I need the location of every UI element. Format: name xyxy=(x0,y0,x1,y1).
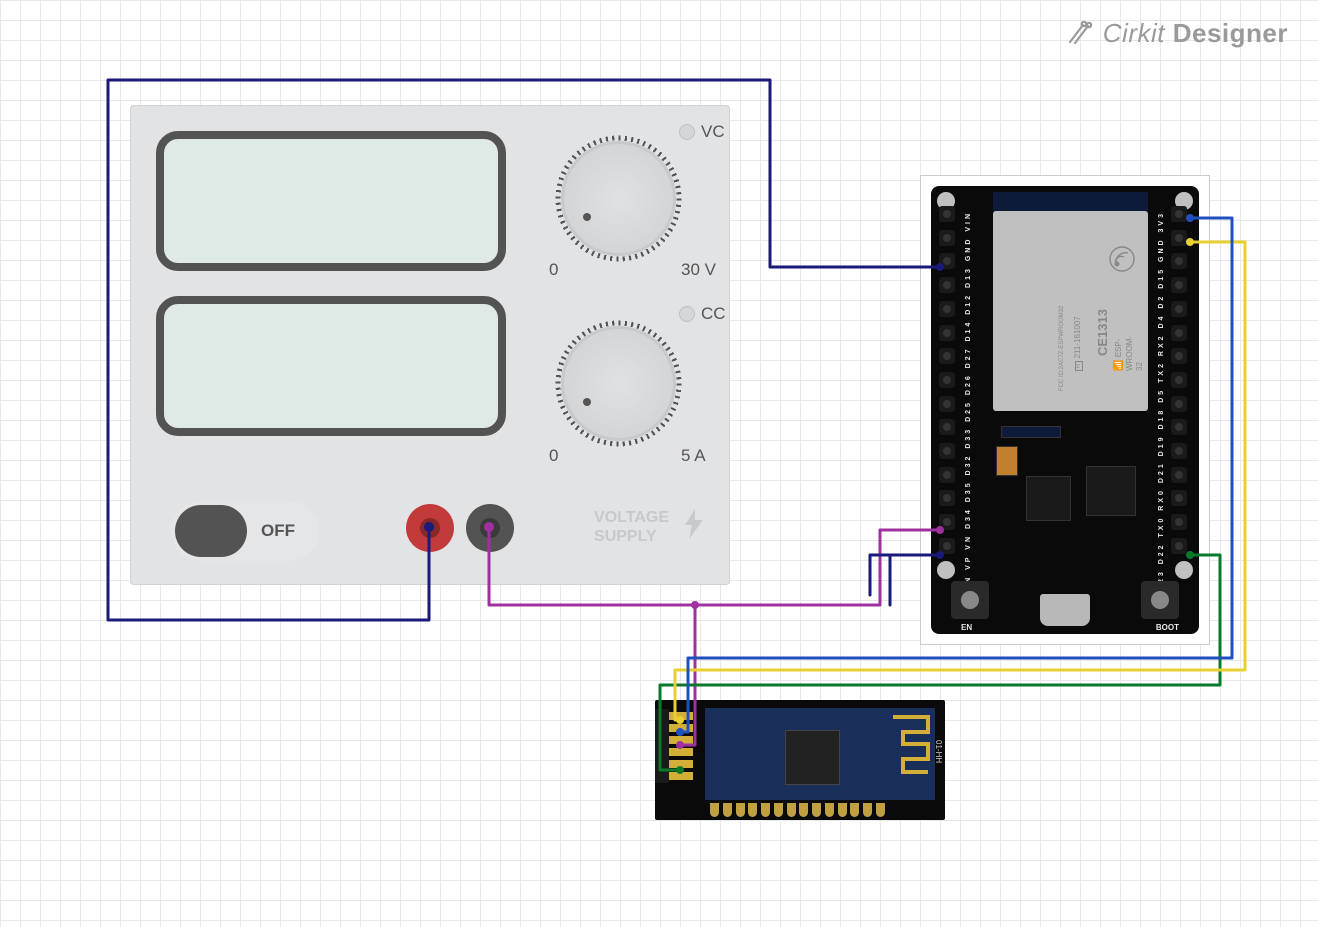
bolt-icon xyxy=(683,509,705,546)
shield-model-label: 📶 ESP-WROOM-32 xyxy=(1113,336,1145,371)
mount-hole xyxy=(937,561,955,579)
mount-hole xyxy=(1175,561,1193,579)
shield-id-label: R 211-161007 xyxy=(1073,316,1084,371)
cc-indicator xyxy=(679,306,695,322)
bt-castellations xyxy=(710,803,885,817)
logo-icon xyxy=(1065,20,1093,48)
app-logo: Cirkit Designer xyxy=(1065,18,1288,49)
psu-display-current xyxy=(156,296,506,436)
negative-terminal[interactable] xyxy=(466,504,514,552)
psu-display-voltage xyxy=(156,131,506,271)
shield-fcc-label: FCC ID:2AC7Z-ESPWROOM32 xyxy=(1059,306,1067,391)
smd-capacitor xyxy=(996,446,1018,476)
cc-label: CC xyxy=(701,304,726,324)
espressif-logo-icon xyxy=(1108,239,1136,279)
switch-knob xyxy=(175,505,247,557)
current-min-label: 0 xyxy=(549,446,558,466)
bt-model-label: 01-HH xyxy=(934,740,943,763)
usb-port[interactable] xyxy=(1040,594,1090,626)
power-supply[interactable]: VC 0 30 V CC 0 5 A OFF VOLTAGE SUPPLY xyxy=(130,105,730,585)
current-knob[interactable] xyxy=(561,326,676,441)
en-button[interactable] xyxy=(951,581,989,619)
left-pin-labels: EN VP VN D34 D35 D32 D33 D25 D26 D27 D14… xyxy=(965,211,972,591)
shield-ce-label: CE1313 xyxy=(1095,309,1112,356)
esp32-antenna xyxy=(993,192,1148,212)
bt-pin-header xyxy=(663,712,693,780)
power-switch[interactable]: OFF xyxy=(171,501,319,561)
positive-terminal[interactable] xyxy=(406,504,454,552)
en-button-label: EN xyxy=(961,623,972,632)
logo-text: Cirkit Designer xyxy=(1103,18,1288,49)
switch-label: OFF xyxy=(261,521,295,541)
smd-chip xyxy=(1086,466,1136,516)
voltage-knob[interactable] xyxy=(561,141,676,256)
vc-label: VC xyxy=(701,122,725,142)
voltage-supply-label: VOLTAGE SUPPLY xyxy=(594,508,669,546)
current-max-label: 5 A xyxy=(681,446,706,466)
smd-chip xyxy=(1026,476,1071,521)
bluetooth-module[interactable]: 01-HH xyxy=(655,700,945,820)
voltage-max-label: 30 V xyxy=(681,260,716,280)
left-pin-header xyxy=(939,206,959,554)
right-pin-labels: D23 D22 TX0 RX0 D21 D19 D18 D5 TX2 RX2 D… xyxy=(1158,211,1165,591)
esp32-shield: 📶 ESP-WROOM-32 CE1313 R 211-161007 FCC I… xyxy=(993,211,1148,411)
smd-component xyxy=(1001,426,1061,438)
boot-button[interactable] xyxy=(1141,581,1179,619)
vc-indicator xyxy=(679,124,695,140)
boot-button-label: BOOT xyxy=(1156,623,1179,632)
esp32-pcb: 📶 ESP-WROOM-32 CE1313 R 211-161007 FCC I… xyxy=(931,186,1199,634)
bt-antenna-icon xyxy=(888,712,933,782)
bt-chip xyxy=(785,730,840,785)
voltage-min-label: 0 xyxy=(549,260,558,280)
esp32-board[interactable]: 📶 ESP-WROOM-32 CE1313 R 211-161007 FCC I… xyxy=(920,175,1210,645)
right-pin-header xyxy=(1171,206,1191,554)
